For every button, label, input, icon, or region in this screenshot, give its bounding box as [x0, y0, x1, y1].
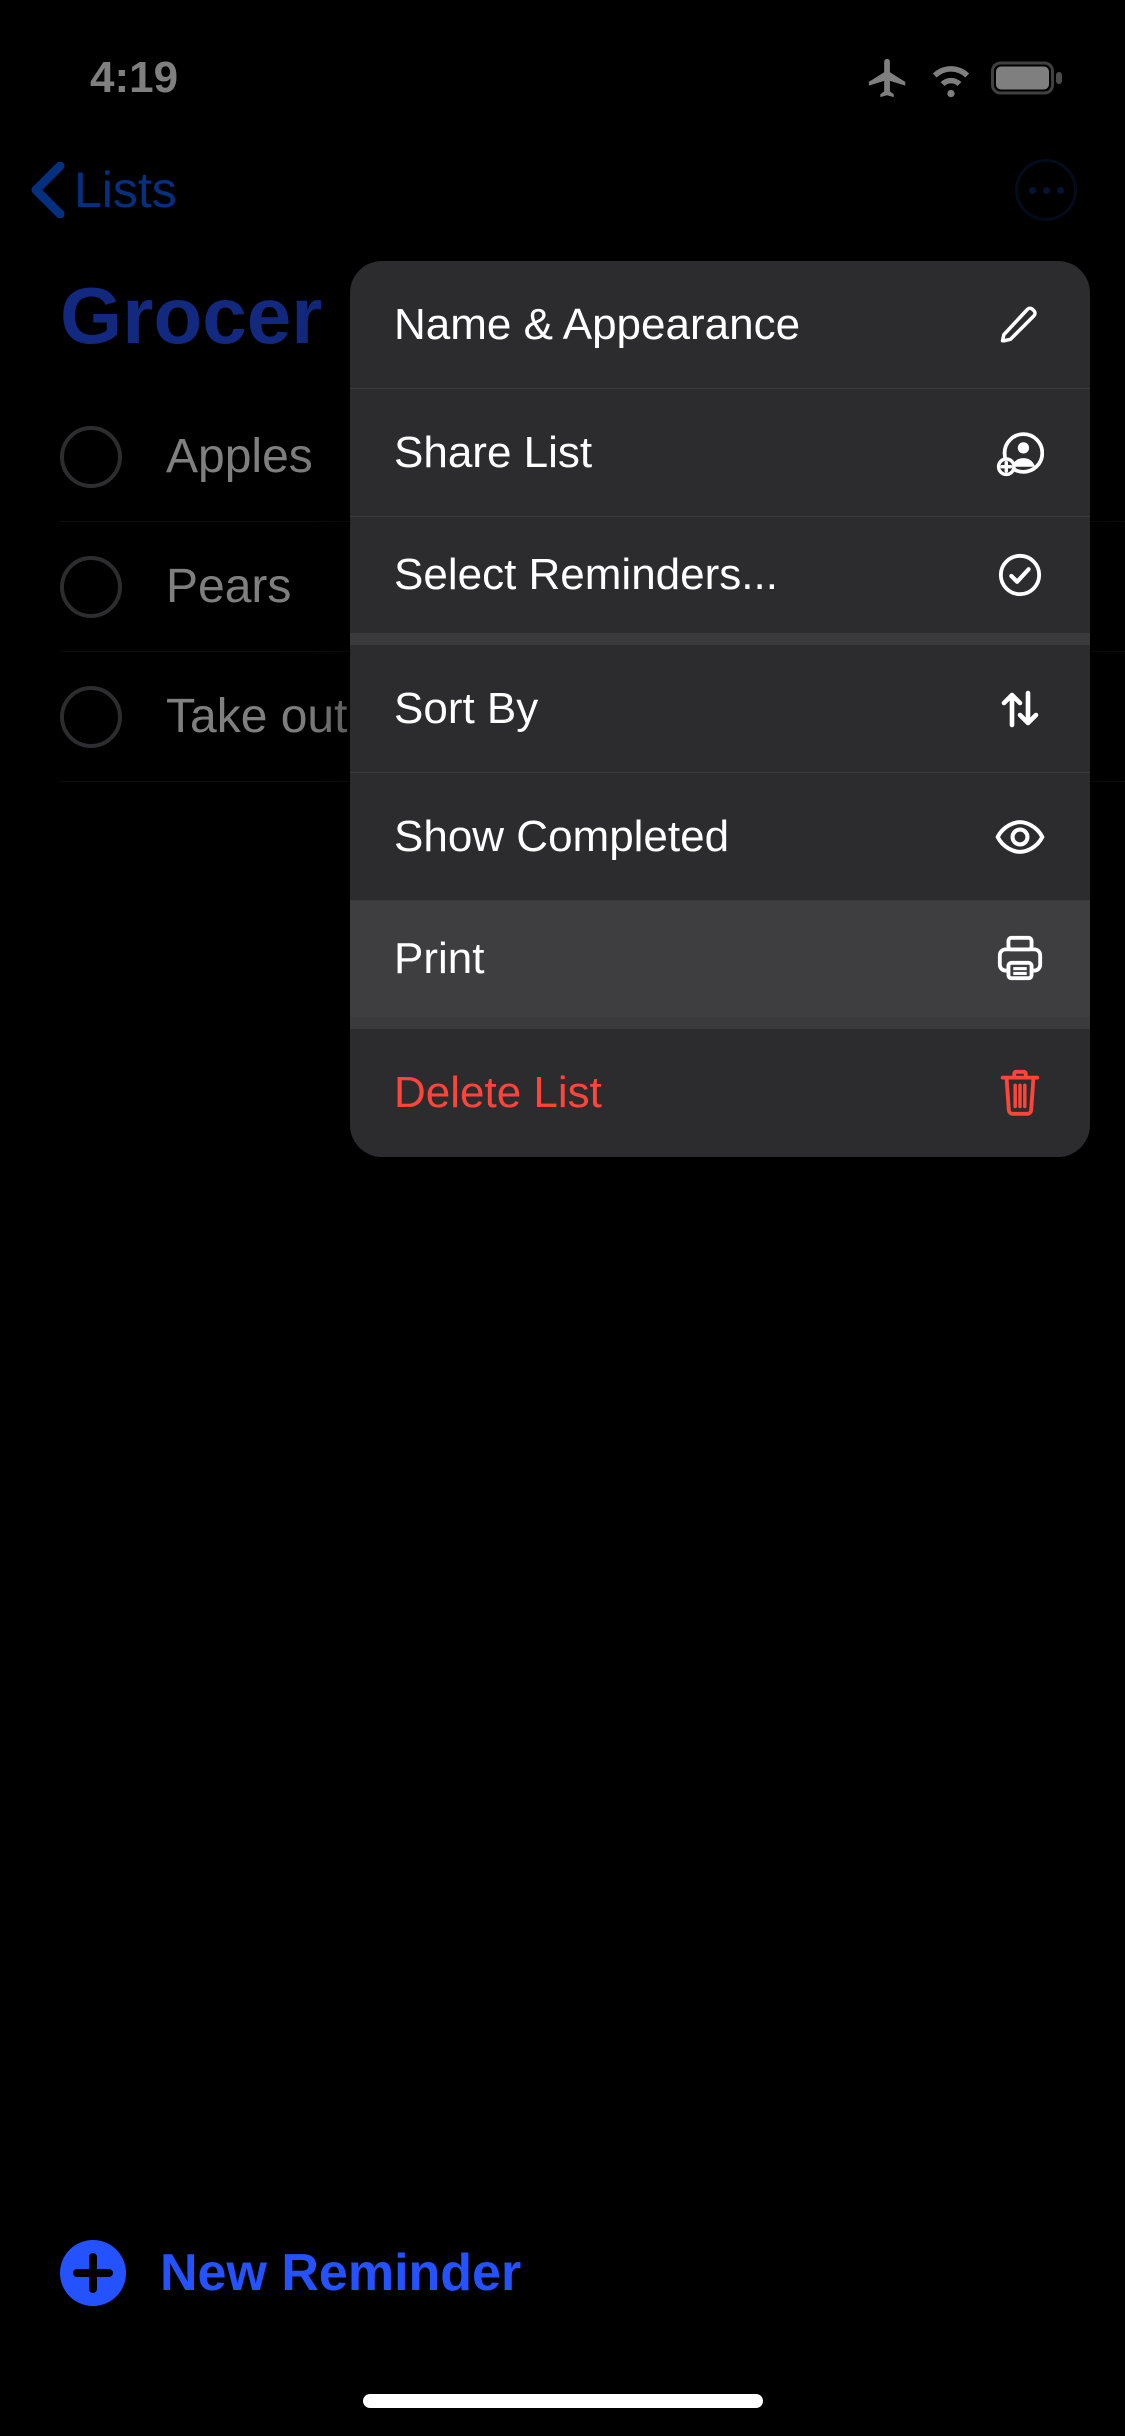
back-label: Lists [74, 161, 177, 219]
checkmark-circle-icon [994, 552, 1046, 598]
menu-item-label: Share List [394, 428, 592, 478]
status-time: 4:19 [90, 53, 178, 103]
menu-item-name-appearance[interactable]: Name & Appearance [350, 261, 1090, 389]
arrows-up-down-icon [994, 685, 1046, 733]
printer-icon [994, 934, 1046, 984]
status-right [865, 55, 1065, 101]
list-options-menu: Name & Appearance Share List Select Remi… [350, 261, 1090, 1157]
new-reminder-button[interactable]: New Reminder [0, 2240, 1125, 2306]
reminder-toggle[interactable] [60, 686, 122, 748]
menu-item-print[interactable]: Print [350, 901, 1090, 1029]
more-button[interactable] [1015, 159, 1077, 221]
menu-item-select-reminders[interactable]: Select Reminders... [350, 517, 1090, 645]
menu-item-show-completed[interactable]: Show Completed [350, 773, 1090, 901]
new-reminder-label: New Reminder [160, 2243, 521, 2303]
menu-item-sort-by[interactable]: Sort By [350, 645, 1090, 773]
back-button[interactable]: Lists [30, 161, 177, 219]
ellipsis-icon [1029, 187, 1064, 194]
reminder-label: Pears [166, 559, 291, 614]
status-bar: 4:19 [0, 0, 1125, 120]
eye-icon [994, 817, 1046, 857]
share-person-icon [994, 429, 1046, 477]
pencil-icon [994, 304, 1046, 346]
menu-item-label: Print [394, 934, 484, 984]
chevron-left-icon [30, 162, 66, 218]
reminder-toggle[interactable] [60, 426, 122, 488]
airplane-mode-icon [865, 55, 911, 101]
battery-icon [991, 60, 1065, 96]
nav-bar: Lists [0, 120, 1125, 250]
reminder-toggle[interactable] [60, 556, 122, 618]
home-indicator[interactable] [363, 2394, 763, 2408]
menu-item-label: Name & Appearance [394, 300, 800, 350]
menu-item-label: Select Reminders... [394, 550, 778, 600]
reminder-label: Take out [166, 689, 347, 744]
plus-circle-icon [60, 2240, 126, 2306]
reminder-label: Apples [166, 429, 313, 484]
wifi-icon [929, 56, 973, 100]
menu-item-label: Delete List [394, 1068, 602, 1118]
menu-item-label: Show Completed [394, 812, 729, 862]
menu-item-delete-list[interactable]: Delete List [350, 1029, 1090, 1157]
menu-item-label: Sort By [394, 684, 538, 734]
menu-item-share-list[interactable]: Share List [350, 389, 1090, 517]
trash-icon [994, 1068, 1046, 1118]
